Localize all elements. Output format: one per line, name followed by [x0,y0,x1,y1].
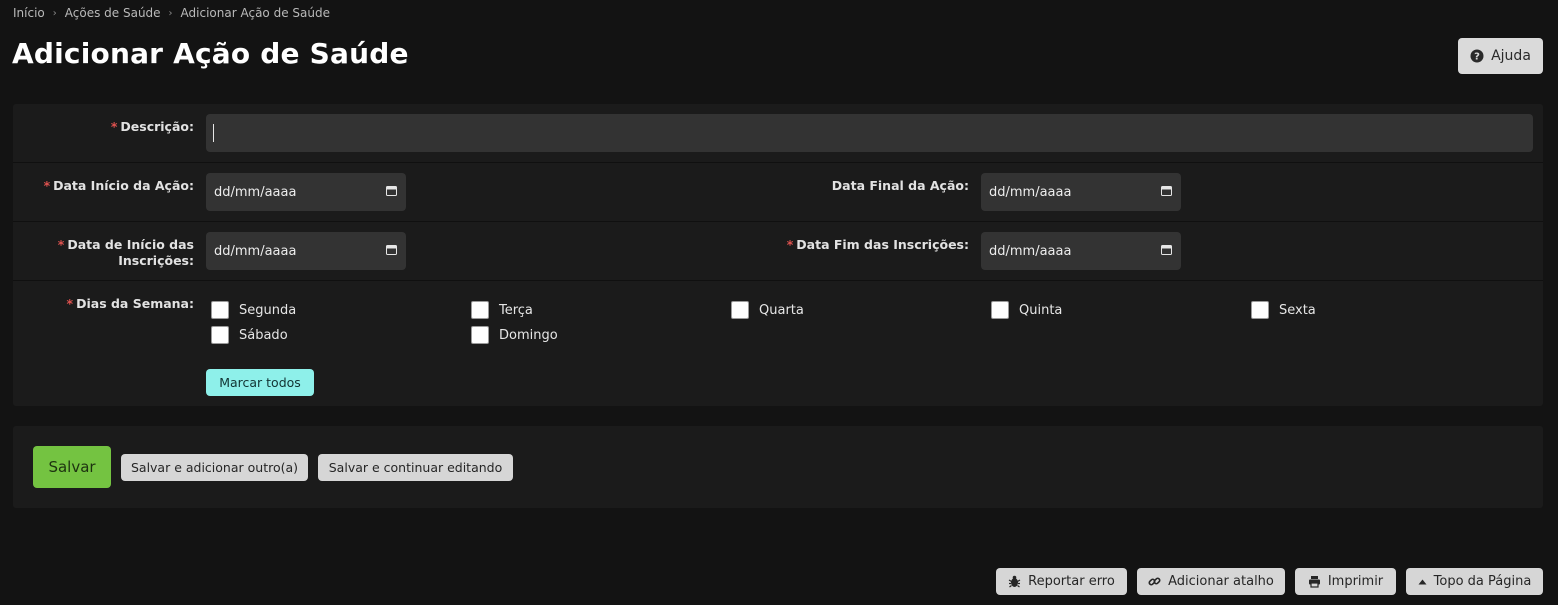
data-inicio-acao-value: dd/mm/aaaa [214,184,297,200]
checkbox-domingo[interactable]: Domingo [471,326,558,344]
checkbox-label: Terça [499,302,533,318]
calendar-icon[interactable] [386,185,397,200]
text-cursor [213,124,214,142]
breadcrumb-item-inicio[interactable]: Início [13,6,45,20]
data-inicio-acao-label-text: Data Início da Ação: [53,178,194,193]
print-label: Imprimir [1327,574,1384,589]
checkbox-quinta[interactable]: Quinta [991,301,1062,319]
data-inicio-acao-input[interactable]: dd/mm/aaaa [206,173,406,211]
print-button[interactable]: Imprimir [1295,568,1396,595]
report-error-button[interactable]: Reportar erro [996,568,1127,595]
checkbox-box[interactable] [991,301,1009,319]
breadcrumb: Início › Ações de Saúde › Adicionar Ação… [13,6,330,20]
checkbox-box[interactable] [211,326,229,344]
data-inicio-inscricoes-value: dd/mm/aaaa [214,243,297,259]
breadcrumb-item-current: Adicionar Ação de Saúde [180,6,330,20]
save-continue-button[interactable]: Salvar e continuar editando [318,454,513,481]
checkbox-label: Quinta [1019,302,1063,318]
data-inicio-inscricoes-label: * Data de Início das Inscrições: [13,237,194,269]
data-inicio-inscricoes-label-line1: Data de Início das [67,237,194,252]
form-panel: * Descrição: * Data Início da Ação: dd/mm/… [13,104,1543,406]
required-marker: * [43,178,51,193]
checkbox-terca[interactable]: Terça [471,301,533,319]
data-inicio-inscricoes-label-line2: Inscrições: [118,253,194,268]
report-error-label: Reportar erro [1028,574,1115,589]
save-button[interactable]: Salvar [33,446,111,488]
data-final-acao-label: Data Final da Ação: [783,178,969,194]
checkbox-box[interactable] [1251,301,1269,319]
required-marker: * [110,119,118,134]
checkbox-box[interactable] [731,301,749,319]
row-descricao: * Descrição: [13,104,1543,163]
add-shortcut-button[interactable]: Adicionar atalho [1137,568,1285,595]
checkbox-box[interactable] [211,301,229,319]
add-shortcut-label: Adicionar atalho [1168,574,1274,589]
descricao-label-text: Descrição: [120,119,194,134]
bug-icon [1008,575,1021,588]
checkbox-label: Domingo [499,327,558,343]
data-fim-inscricoes-label-text: Data Fim das Inscrições: [796,237,969,252]
submit-row: Salvar Salvar e adicionar outro(a) Salva… [13,426,1543,508]
checkbox-label: Sábado [239,327,288,343]
data-inicio-acao-label: * Data Início da Ação: [13,178,194,194]
row-datas-acao: * Data Início da Ação: dd/mm/aaaa Data Fi… [13,163,1543,222]
row-dias-semana: * Dias da Semana: Segunda Terça Quarta Qu… [13,281,1543,406]
row-datas-inscricoes: * Data de Início das Inscrições: dd/mm/aa… [13,222,1543,281]
data-final-acao-input[interactable]: dd/mm/aaaa [981,173,1181,211]
mark-all-button[interactable]: Marcar todos [206,369,314,396]
chevron-right-icon: › [168,7,173,19]
checkbox-sabado[interactable]: Sábado [211,326,288,344]
checkbox-label: Segunda [239,302,297,318]
required-marker: * [66,296,74,311]
question-circle-icon: ? [1470,49,1484,63]
checkbox-label: Sexta [1279,302,1316,318]
top-of-page-label: Topo da Página [1433,574,1532,589]
data-inicio-inscricoes-input[interactable]: dd/mm/aaaa [206,232,406,270]
link-icon [1148,575,1161,588]
checkbox-box[interactable] [471,326,489,344]
descricao-label: * Descrição: [13,119,194,135]
checkbox-box[interactable] [471,301,489,319]
data-fim-inscricoes-input[interactable]: dd/mm/aaaa [981,232,1181,270]
checkbox-sexta[interactable]: Sexta [1251,301,1316,319]
calendar-icon[interactable] [1161,244,1172,259]
checkbox-quarta[interactable]: Quarta [731,301,804,319]
calendar-icon[interactable] [386,244,397,259]
required-marker: * [57,237,65,252]
svg-text:?: ? [1474,52,1480,63]
print-icon [1308,575,1321,588]
page-title: Adicionar Ação de Saúde [12,37,409,70]
breadcrumb-item-acoes-de-saude[interactable]: Ações de Saúde [65,6,161,20]
data-final-acao-value: dd/mm/aaaa [989,184,1072,200]
page: Início › Ações de Saúde › Adicionar Ação… [0,0,1558,605]
save-add-another-button[interactable]: Salvar e adicionar outro(a) [121,454,308,481]
descricao-input[interactable] [206,114,1533,152]
checkbox-label: Quarta [759,302,804,318]
data-fim-inscricoes-label: * Data Fim das Inscrições: [783,237,969,253]
required-marker: * [786,237,794,252]
caret-up-icon [1418,579,1427,585]
chevron-right-icon: › [52,7,57,19]
help-button-label: Ajuda [1491,48,1531,64]
calendar-icon[interactable] [1161,185,1172,200]
data-final-acao-label-text: Data Final da Ação: [831,178,969,193]
help-button[interactable]: ? Ajuda [1458,38,1543,74]
dias-semana-label: * Dias da Semana: [13,296,194,312]
checkbox-segunda[interactable]: Segunda [211,301,296,319]
top-of-page-button[interactable]: Topo da Página [1406,568,1543,595]
data-fim-inscricoes-value: dd/mm/aaaa [989,243,1072,259]
dias-semana-label-text: Dias da Semana: [76,296,194,311]
